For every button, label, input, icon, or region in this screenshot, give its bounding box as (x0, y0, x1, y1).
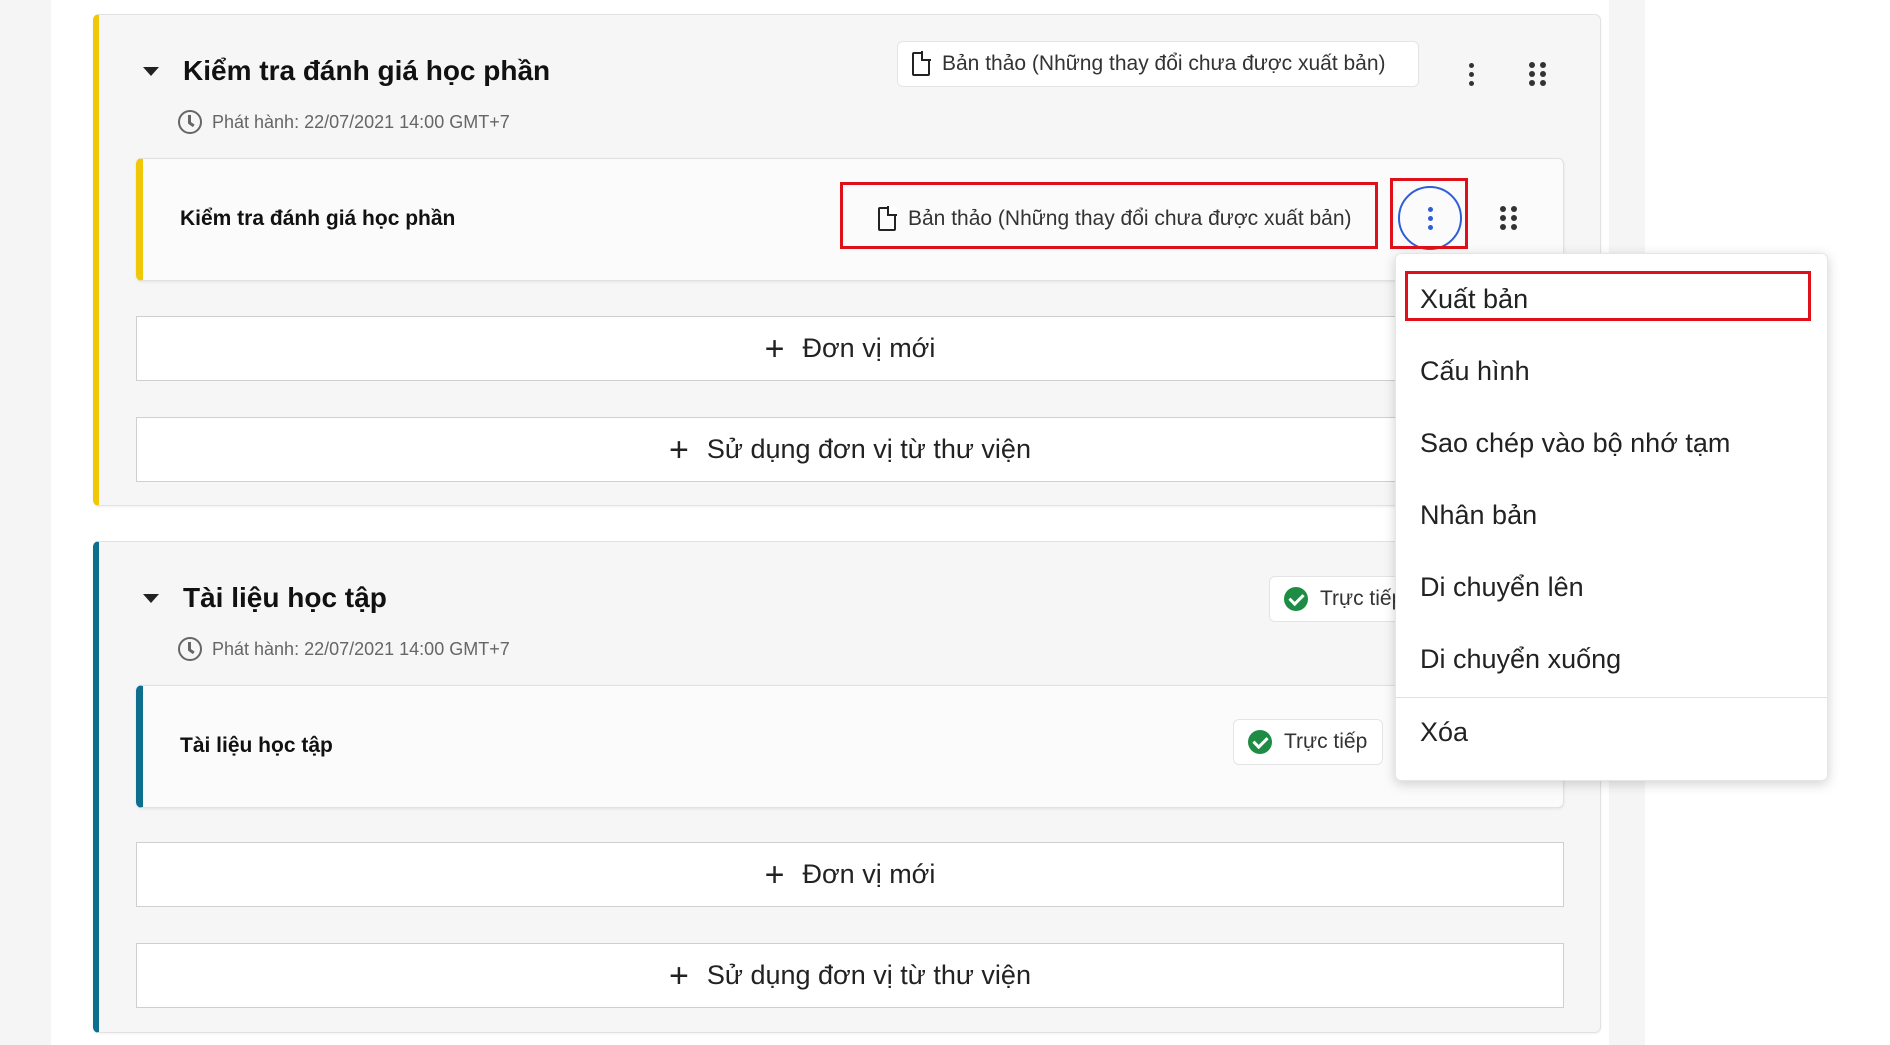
unit-context-menu: Xuất bản Cấu hình Sao chép vào bộ nhớ tạ… (1395, 253, 1828, 781)
status-text: Bản thảo (Những thay đổi chưa được xuất … (942, 52, 1386, 75)
menu-item-delete[interactable]: Xóa (1420, 717, 1468, 748)
highlight-options-box (1390, 178, 1468, 249)
menu-item-duplicate[interactable]: Nhân bản (1420, 500, 1537, 531)
new-unit-label: Đơn vị mới (802, 333, 936, 363)
unit-title: Kiểm tra đánh giá học phần (180, 207, 456, 230)
check-circle-icon (1248, 730, 1272, 754)
section-more-options-button[interactable] (1451, 54, 1491, 94)
library-unit-button[interactable]: + Sử dụng đơn vị từ thư viện (136, 943, 1564, 1008)
clock-icon (178, 637, 202, 661)
clock-icon (178, 110, 202, 134)
highlight-status-box (840, 182, 1378, 249)
status-text: Trực tiếp (1320, 587, 1404, 610)
drag-handle-icon[interactable] (1517, 54, 1557, 94)
document-icon (912, 51, 931, 76)
section-title: Kiểm tra đánh giá học phần (183, 55, 551, 86)
collapse-caret-icon[interactable] (143, 66, 159, 76)
library-unit-button[interactable]: + Sử dụng đơn vị từ thư viện (136, 417, 1564, 482)
highlight-publish-box (1405, 271, 1811, 321)
section-header[interactable]: Kiểm tra đánh giá học phần (143, 55, 550, 87)
dot (1468, 71, 1474, 77)
unit-title: Tài liệu học tập (180, 734, 333, 757)
section-header[interactable]: Tài liệu học tập (143, 582, 387, 614)
release-date: Phát hành: 22/07/2021 14:00 GMT+7 (212, 111, 510, 132)
dot (1468, 62, 1474, 68)
menu-item-move-up[interactable]: Di chuyển lên (1420, 572, 1584, 603)
release-info: Phát hành: 22/07/2021 14:00 GMT+7 (178, 637, 510, 661)
release-info: Phát hành: 22/07/2021 14:00 GMT+7 (178, 110, 510, 134)
drag-handle-icon[interactable] (1488, 198, 1528, 238)
status-badge: Bản thảo (Những thay đổi chưa được xuất … (897, 41, 1419, 87)
unit-status-text: Trực tiếp (1284, 730, 1368, 753)
menu-item-move-down[interactable]: Di chuyển xuống (1420, 644, 1621, 675)
plus-icon: + (764, 329, 785, 368)
release-date: Phát hành: 22/07/2021 14:00 GMT+7 (212, 638, 510, 659)
plus-icon: + (669, 956, 689, 995)
plus-icon: + (764, 855, 785, 894)
collapse-caret-icon[interactable] (143, 593, 159, 603)
plus-icon: + (669, 430, 689, 469)
menu-divider (1396, 697, 1827, 698)
check-circle-icon (1284, 587, 1308, 611)
dot (1468, 80, 1474, 86)
new-unit-button[interactable]: + Đơn vị mới (136, 842, 1564, 907)
menu-item-copy-clipboard[interactable]: Sao chép vào bộ nhớ tạm (1420, 428, 1730, 459)
library-unit-label: Sử dụng đơn vị từ thư viện (706, 960, 1031, 990)
library-unit-label: Sử dụng đơn vị từ thư viện (706, 434, 1031, 464)
section-title: Tài liệu học tập (183, 582, 387, 613)
unit-status-badge: Trực tiếp (1233, 719, 1383, 765)
new-unit-label: Đơn vị mới (802, 859, 936, 889)
unit-materials: Tài liệu học tập Trực tiếp (136, 685, 1564, 808)
menu-item-configure[interactable]: Cấu hình (1420, 356, 1530, 387)
new-unit-button[interactable]: + Đơn vị mới (136, 316, 1564, 381)
